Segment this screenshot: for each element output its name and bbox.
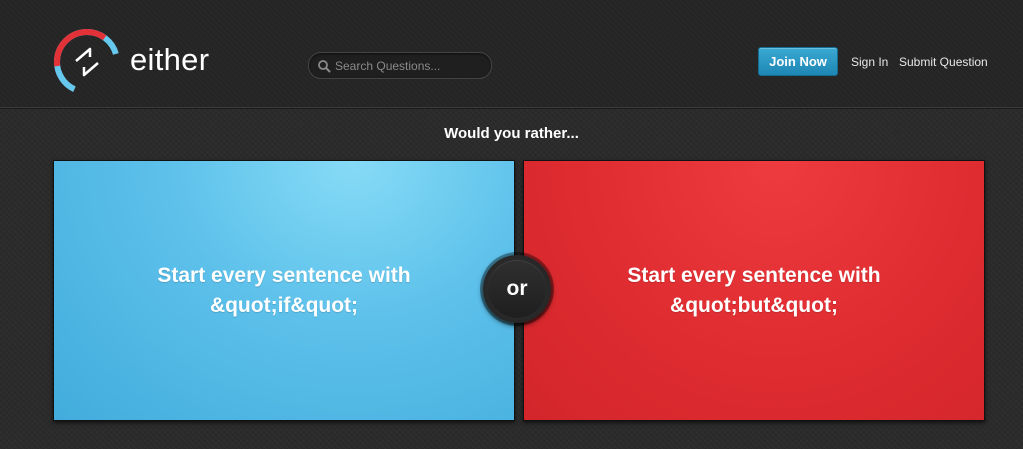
join-now-button[interactable]: Join Now xyxy=(758,47,838,76)
either-swap-arrows-icon xyxy=(54,29,120,95)
magnifier-icon xyxy=(318,59,331,72)
page: either Join Now Sign In Submit Question … xyxy=(0,0,1023,449)
or-label: or xyxy=(488,260,546,318)
or-divider-badge: or xyxy=(483,255,551,323)
search-input[interactable] xyxy=(335,58,485,73)
submit-question-link[interactable]: Submit Question xyxy=(899,55,988,69)
search-box[interactable] xyxy=(308,52,492,79)
logo-wordmark: either xyxy=(130,42,210,77)
option-b-card[interactable]: Start every sentence with &quot;but&quot… xyxy=(523,160,985,421)
option-b-text: Start every sentence with &quot;but&quot… xyxy=(627,263,881,317)
option-a-card[interactable]: Start every sentence with &quot;if&quot; xyxy=(53,160,515,421)
sign-in-link[interactable]: Sign In xyxy=(851,55,888,69)
question-prompt: Would you rather... xyxy=(444,125,579,142)
option-a-text: Start every sentence with &quot;if&quot; xyxy=(157,263,411,317)
either-logo[interactable]: either xyxy=(52,27,209,97)
site-header: either Join Now Sign In Submit Question xyxy=(0,0,1023,108)
